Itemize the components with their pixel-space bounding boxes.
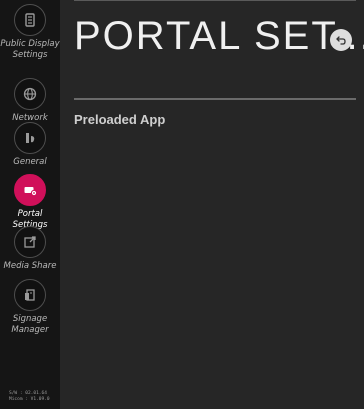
main-panel: PORTAL SET... Preloaded App [60, 0, 364, 409]
general-icon [14, 122, 46, 154]
sidebar-item-signage-manager[interactable]: Signage Manager [0, 279, 60, 336]
sidebar-item-portal-settings[interactable]: Portal Settings [0, 174, 60, 231]
portal-settings-icon [14, 174, 46, 206]
menu-item-preloaded-app[interactable]: Preloaded App [74, 108, 356, 130]
back-button[interactable] [330, 29, 352, 51]
network-icon [14, 78, 46, 110]
version-info: S/W : 02.01.64 Micom : V1.09.0 [9, 391, 59, 403]
top-divider [74, 0, 356, 1]
micom-version: Micom : V1.09.0 [9, 397, 50, 402]
sidebar-item-network[interactable]: Network [0, 78, 60, 124]
sidebar-item-label: General [13, 157, 47, 167]
sidebar-item-media-share[interactable]: Media Share [0, 226, 60, 272]
display-settings-icon [14, 4, 46, 36]
header-divider [74, 98, 356, 100]
sidebar: Public Display Settings Network General … [0, 0, 60, 409]
media-share-icon [14, 226, 46, 258]
back-arrow-icon [336, 36, 346, 45]
page-title: PORTAL SET... [74, 14, 364, 58]
sidebar-item-label: Public Display Settings [0, 39, 60, 60]
sidebar-item-public-display-settings[interactable]: Public Display Settings [0, 4, 60, 61]
sidebar-item-general[interactable]: General [0, 122, 60, 168]
sidebar-item-label: Signage Manager [11, 314, 49, 335]
signage-manager-icon [14, 279, 46, 311]
sidebar-item-label: Media Share [3, 261, 57, 271]
